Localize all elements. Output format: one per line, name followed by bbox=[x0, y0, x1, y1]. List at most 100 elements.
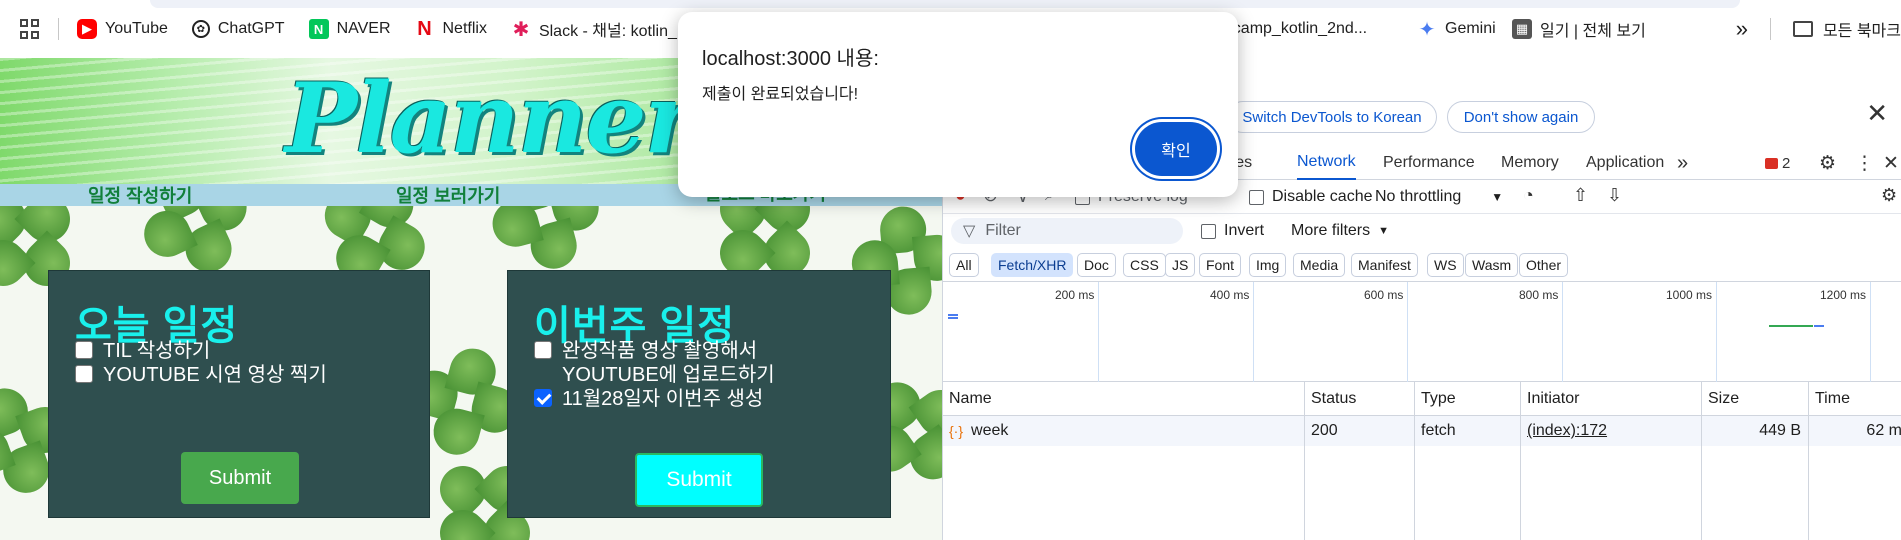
switch-language-button[interactable]: Switch DevTools to Korean bbox=[1227, 101, 1437, 133]
bookmark-youtube[interactable]: ▶ YouTube bbox=[77, 19, 168, 39]
column-divider bbox=[1520, 382, 1521, 540]
column-divider bbox=[1304, 382, 1305, 540]
timeline-gridline bbox=[1407, 282, 1408, 382]
chevron-down-icon: ▼ bbox=[1378, 225, 1390, 237]
type-other[interactable]: Other bbox=[1519, 253, 1569, 277]
more-filters-label: More filters bbox=[1291, 222, 1371, 239]
type-ws[interactable]: WS bbox=[1427, 253, 1464, 277]
throttling-select[interactable]: No throttling ▼ bbox=[1375, 188, 1503, 206]
error-icon bbox=[1765, 157, 1778, 169]
invert-label: Invert bbox=[1224, 222, 1265, 239]
timeline-tick-label: 1000 ms bbox=[1666, 288, 1713, 302]
throttling-value: No throttling bbox=[1375, 188, 1462, 205]
tab-application[interactable]: Application bbox=[1586, 146, 1664, 180]
task-checkbox[interactable] bbox=[534, 389, 552, 407]
task-label: 완성작품 영상 촬영해서 YOUTUBE에 업로드하기 bbox=[562, 340, 775, 386]
naver-icon: N bbox=[308, 19, 329, 39]
column-size[interactable]: Size bbox=[1702, 382, 1739, 415]
alert-message: 제출이 완료되었습니다! bbox=[702, 86, 859, 103]
netflix-icon: N bbox=[417, 17, 432, 40]
timeline-tick-label: 600 ms bbox=[1364, 288, 1404, 302]
bookmark-diary[interactable]: ▦ 일기 | 전체 보기 bbox=[1512, 17, 1646, 41]
type-img[interactable]: Img bbox=[1249, 253, 1287, 277]
network-settings-icon[interactable]: ⚙ bbox=[1881, 185, 1897, 206]
disable-cache-checkbox[interactable]: Disable cache bbox=[1249, 188, 1373, 206]
chatgpt-icon: ✿ bbox=[191, 20, 210, 38]
alert-ok-button[interactable]: 확인 bbox=[1135, 122, 1217, 176]
type-js[interactable]: JS bbox=[1165, 253, 1196, 277]
bookmark-label: ChatGPT bbox=[217, 20, 285, 37]
bookmarks-overflow-button[interactable]: » bbox=[1736, 16, 1748, 42]
filter-input[interactable]: ▽ Filter bbox=[951, 218, 1183, 244]
filter-placeholder: Filter bbox=[985, 222, 1021, 239]
bookmark-label: Gemini bbox=[1445, 20, 1496, 37]
today-task-item[interactable]: YOUTUBE 시연 영상 찍기 bbox=[75, 363, 327, 387]
task-label: YOUTUBE 시연 영상 찍기 bbox=[103, 364, 327, 386]
timeline-tick-label: 800 ms bbox=[1519, 288, 1559, 302]
type-media[interactable]: Media bbox=[1293, 253, 1346, 277]
invert-checkbox[interactable]: Invert bbox=[1201, 222, 1264, 240]
page-title: Planner bbox=[285, 62, 695, 175]
task-checkbox[interactable] bbox=[75, 341, 93, 359]
type-fetch-xhr[interactable]: Fetch/XHR bbox=[991, 253, 1074, 277]
request-type: fetch bbox=[1421, 422, 1456, 439]
task-checkbox[interactable] bbox=[75, 365, 93, 383]
filter-icon: ▽ bbox=[963, 223, 976, 240]
apps-grid-icon[interactable] bbox=[20, 19, 40, 39]
request-initiator-link[interactable]: (index):172 bbox=[1521, 416, 1607, 446]
dont-show-again-button[interactable]: Don't show again bbox=[1447, 101, 1595, 133]
resource-type-filters: All Fetch/XHR Doc CSS JS Font Img Media … bbox=[943, 248, 1901, 282]
nav-write-link[interactable]: 일정 작성하기 bbox=[88, 182, 192, 208]
today-task-item[interactable]: TIL 작성하기 bbox=[75, 339, 210, 363]
bookmark-chatgpt[interactable]: ✿ ChatGPT bbox=[191, 20, 285, 38]
tab-network[interactable]: Network bbox=[1297, 146, 1356, 180]
wifi-settings-icon[interactable]: ◔ bbox=[1523, 185, 1534, 206]
filter-row: ▽ Filter Invert More filters ▼ bbox=[943, 214, 1901, 248]
type-wasm[interactable]: Wasm bbox=[1465, 253, 1519, 277]
close-devtools-icon[interactable]: ✕ bbox=[1883, 146, 1899, 180]
more-tabs-icon[interactable]: » bbox=[1677, 146, 1688, 180]
bookmark-gemini[interactable]: ✦ Gemini bbox=[1417, 19, 1496, 41]
type-doc[interactable]: Doc bbox=[1077, 253, 1116, 277]
tab-memory[interactable]: Memory bbox=[1501, 146, 1559, 180]
task-label: 11월28일자 이번주 생성 bbox=[562, 388, 764, 410]
task-checkbox[interactable] bbox=[534, 341, 552, 359]
bookmark-slack[interactable]: ✱ Slack - 채널: kotlin_... bbox=[511, 17, 691, 41]
week-submit-button[interactable]: Submit bbox=[635, 453, 763, 507]
close-icon[interactable]: ✕ bbox=[1866, 98, 1888, 129]
bookmark-naver[interactable]: N NAVER bbox=[308, 19, 391, 39]
tab-performance[interactable]: Performance bbox=[1383, 146, 1475, 180]
today-schedule-card: 오늘 일정 TIL 작성하기 YOUTUBE 시연 영상 찍기 Submit bbox=[48, 270, 430, 518]
type-all[interactable]: All bbox=[949, 253, 979, 277]
column-name[interactable]: Name bbox=[943, 382, 992, 415]
column-type[interactable]: Type bbox=[1415, 382, 1456, 415]
column-time[interactable]: Time bbox=[1809, 382, 1850, 415]
timeline-bar bbox=[1769, 325, 1813, 327]
type-font[interactable]: Font bbox=[1199, 253, 1242, 277]
request-size: 449 B bbox=[1759, 422, 1801, 439]
column-initiator[interactable]: Initiator bbox=[1521, 382, 1579, 415]
error-badge[interactable]: 2 bbox=[1765, 146, 1790, 180]
type-css[interactable]: CSS bbox=[1123, 253, 1166, 277]
bookmark-netflix[interactable]: N Netflix bbox=[415, 17, 487, 40]
all-bookmarks-button[interactable]: 모든 북마크 bbox=[1792, 17, 1901, 41]
bookmarks-right: » 모든 북마크 bbox=[1736, 0, 1901, 58]
timeline-tick-label: 400 ms bbox=[1210, 288, 1250, 302]
timeline-bar bbox=[948, 317, 958, 319]
fetch-icon: {·} bbox=[949, 423, 964, 439]
table-row[interactable]: {·} week 200 fetch (index):172 449 B 62 m bbox=[943, 416, 1901, 446]
more-options-icon[interactable]: ⋮ bbox=[1855, 146, 1874, 180]
request-name: week bbox=[971, 422, 1009, 439]
settings-gear-icon[interactable]: ⚙ bbox=[1819, 146, 1836, 180]
type-manifest[interactable]: Manifest bbox=[1351, 253, 1418, 277]
column-status[interactable]: Status bbox=[1305, 382, 1356, 415]
download-icon[interactable]: ⇩ bbox=[1607, 185, 1622, 206]
upload-icon[interactable]: ⇧ bbox=[1573, 185, 1588, 206]
week-task-item[interactable]: 11월28일자 이번주 생성 bbox=[534, 387, 763, 411]
nav-view-link[interactable]: 일정 보러가기 bbox=[396, 182, 500, 208]
error-count: 2 bbox=[1782, 154, 1791, 172]
today-submit-button[interactable]: Submit bbox=[181, 452, 299, 504]
more-filters-dropdown[interactable]: More filters ▼ bbox=[1291, 222, 1389, 240]
week-task-item[interactable]: 완성작품 영상 촬영해서 YOUTUBE에 업로드하기 bbox=[534, 339, 814, 387]
timeline-bar bbox=[948, 314, 958, 316]
